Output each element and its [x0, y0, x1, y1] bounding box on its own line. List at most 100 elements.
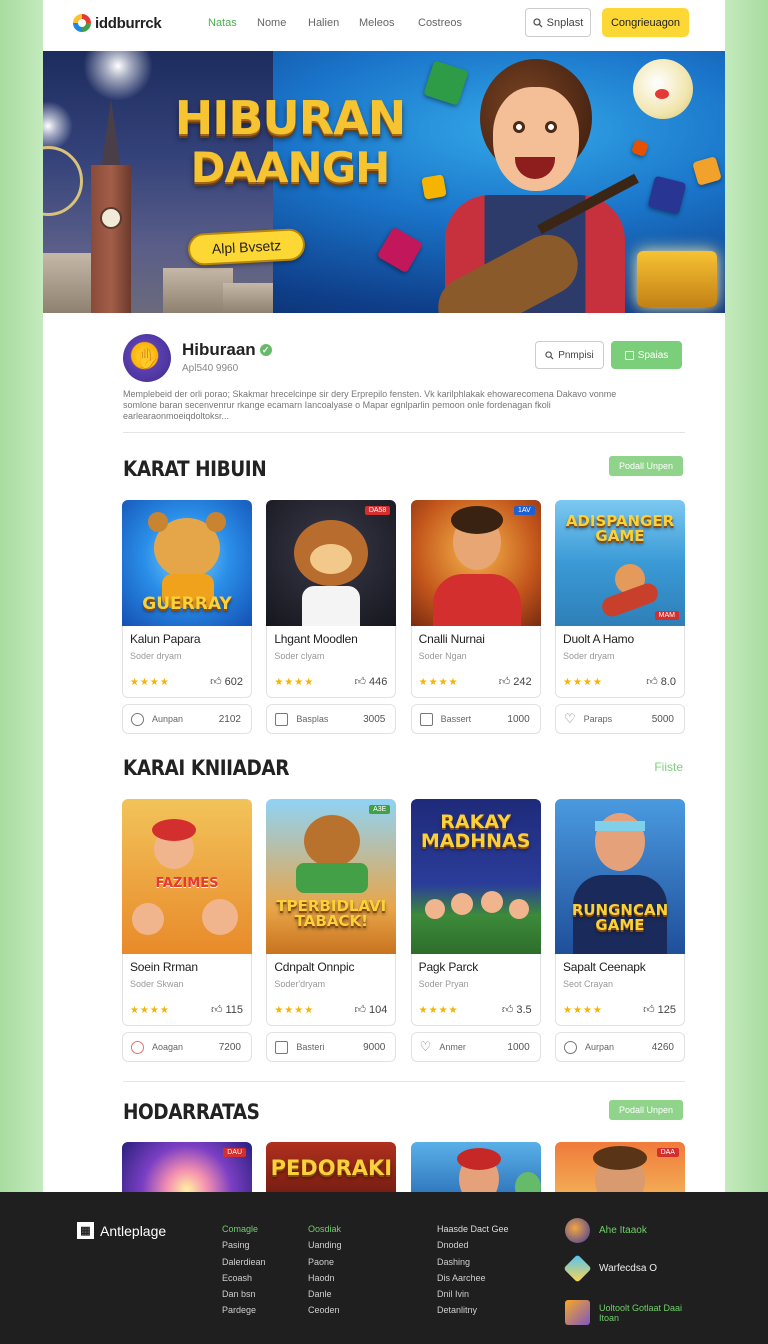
game-card-footer[interactable]: Basplas 3005 [266, 704, 397, 734]
site-logo[interactable]: iddburrck [73, 14, 162, 32]
nav-item-halien[interactable]: Halien [308, 17, 359, 29]
profile-action-button[interactable]: Spaias [611, 341, 682, 369]
footer-link[interactable]: Uanding [308, 1237, 342, 1253]
game-card[interactable]: DA58 Lhgant Moodlen Soder clyam ★★★★ 👍︎ 4… [266, 500, 397, 734]
game-thumbnail[interactable]: RUNGNCAN GAME [554, 799, 685, 954]
like-count: 👍︎ 8.0 [646, 675, 676, 689]
game-thumbnail[interactable]: DA58 [266, 500, 397, 626]
game-card-footer[interactable]: Bassert 1000 [410, 704, 541, 734]
game-thumbnail[interactable]: TPERBIDLAVI TABACK! A3E [266, 799, 397, 954]
like-count-value: 602 [224, 675, 243, 688]
nav-item-meleos[interactable]: Meleos [359, 17, 418, 29]
game-title: Duolt A Hamo [562, 632, 634, 646]
rating-stars: ★★★★ [274, 1005, 315, 1016]
game-thumbnail[interactable]: RAKAY MADHNAS [410, 799, 541, 954]
game-card-footer[interactable]: Aoagan 7200 [122, 1032, 252, 1062]
rating-stars: ★★★★ [418, 677, 459, 688]
game-thumbnail[interactable]: DAA [554, 1142, 685, 1192]
footer-link[interactable]: Dnil Ivin [437, 1286, 509, 1302]
section-view-all-button[interactable]: Podall Unpen [608, 456, 683, 476]
nav-item-natas[interactable]: Natas [208, 17, 257, 29]
box-icon [565, 1300, 590, 1325]
game-card-footer[interactable]: ♡ Anmer 1000 [410, 1032, 541, 1062]
game-subtitle: Soder Skwan [130, 979, 184, 989]
game-card[interactable]: GUERRAY Kalun Papara Soder dryam ★★★★ 👍︎… [122, 500, 252, 734]
footer-link[interactable]: Dis Aarchee [437, 1270, 509, 1286]
game-card-footer[interactable]: Aurpan 4260 [554, 1032, 685, 1062]
game-thumbnail-text: PEDORAKI [270, 1156, 393, 1180]
game-thumbnail[interactable]: ADISPANGER GAME MAM [554, 500, 685, 626]
like-count-value: 8.0 [660, 675, 676, 688]
footer-link[interactable]: Paone [308, 1254, 342, 1270]
footer-link[interactable]: Ecoash [222, 1270, 266, 1286]
game-card-footer[interactable]: ♡ Paraps 5000 [554, 704, 685, 734]
game-thumbnail[interactable] [410, 1142, 541, 1192]
game-thumbnail-text: RAKAY MADHNAS [420, 811, 531, 852]
game-thumbnail[interactable]: 1AV [410, 500, 541, 626]
footer-value: 7200 [218, 1041, 241, 1053]
banner-pill-button[interactable]: Alpl Bvsetz [187, 227, 306, 267]
footer-link[interactable]: Detanlitny [437, 1302, 509, 1318]
game-card[interactable]: FAZIMES Soein Rrman Soder Skwan ★★★★ 👍︎ 1… [122, 799, 252, 1062]
game-thumbnail-text: FAZIMES [155, 876, 219, 891]
rating-stars: ★★★★ [562, 1005, 603, 1016]
nav-item-nome[interactable]: Nome [257, 17, 308, 29]
game-thumbnail[interactable]: FAZIMES [122, 799, 252, 954]
game-card[interactable]: DAU [122, 1142, 252, 1192]
footer-link[interactable]: Danle [308, 1286, 342, 1302]
profile-avatar[interactable]: ✋ [123, 334, 171, 382]
game-card-footer[interactable]: Aunpan 2102 [122, 704, 252, 734]
clock-tower-icon [83, 99, 139, 313]
search-icon [532, 17, 543, 27]
footer-link[interactable]: Dan bsn [222, 1286, 266, 1302]
footer-link[interactable]: Haasde Dact Gee [437, 1221, 509, 1237]
footer-link[interactable]: Pardege [222, 1302, 266, 1318]
profile-search-button[interactable]: Pnmpisi [535, 341, 604, 369]
like-count: 👍︎ 104 [354, 1003, 387, 1017]
game-thumbnail-text: GUERRAY [142, 594, 232, 614]
footer-link[interactable]: Comagle [222, 1221, 266, 1237]
app-icon [565, 1218, 590, 1243]
footer-logo[interactable]: ▦ Antleplage [77, 1222, 166, 1239]
game-card[interactable]: RAKAY MADHNAS Pagk Parck Soder Pryan ★★★… [410, 799, 541, 1062]
section-view-all-button[interactable]: Podall Unpen [608, 1100, 683, 1120]
game-thumbnail[interactable]: DAU [122, 1142, 252, 1192]
footer-link[interactable]: Dashing [437, 1254, 509, 1270]
game-tag: A3E [369, 805, 391, 814]
footer-link[interactable]: Pasing [222, 1237, 266, 1253]
footer-link[interactable]: Haodn [308, 1270, 342, 1286]
game-card[interactable]: 1AV Cnalli Nurnai Soder Ngan ★★★★ 👍︎ 242 … [410, 500, 541, 734]
footer-link[interactable]: Oosdiak [308, 1221, 342, 1237]
treasure-chest-icon [637, 251, 717, 307]
hand-icon: ✋ [134, 347, 160, 370]
game-card-footer[interactable]: Basteri 9000 [266, 1032, 397, 1062]
footer-link[interactable]: Dnoded [437, 1237, 509, 1253]
game-card[interactable]: ADISPANGER GAME MAM Duolt A Hamo Soder d… [554, 500, 685, 734]
footer-app-link[interactable]: Uoltoolt Gotlaat Daai Itoan [565, 1300, 687, 1325]
search-button[interactable]: Snplast [525, 8, 591, 37]
game-card[interactable]: PEDORAKI [266, 1142, 397, 1192]
game-card[interactable]: TPERBIDLAVI TABACK! A3E Cdnpalt Onnpic S… [266, 799, 397, 1062]
game-card[interactable]: RUNGNCAN GAME Sapalt Ceenapk Seot Crayan… [554, 799, 685, 1062]
game-title: Sapalt Ceenapk [562, 960, 646, 974]
footer-app-link[interactable]: Warfecdsa O [563, 1254, 657, 1283]
footer-column-2: Oosdiak Uanding Paone Haodn Danle Ceoden [308, 1221, 342, 1319]
page-container: iddburrck Natas Nome Halien Meleos Costr… [43, 0, 725, 1192]
nav-item-costreos[interactable]: Costreos [418, 17, 462, 29]
footer-link[interactable]: Ceoden [308, 1302, 342, 1318]
thumb-up-icon: 👍︎ [643, 1004, 655, 1016]
gem-icon [647, 175, 687, 215]
hero-banner[interactable]: HIBURAN DAANGH Alpl Bvsetz [43, 51, 725, 313]
game-card[interactable] [410, 1142, 541, 1192]
logo-text: iddburrck [95, 14, 162, 32]
footer-label: Bassert [440, 714, 472, 724]
section-view-all-link[interactable]: Fiiste [654, 760, 683, 774]
section-title: HODARRATAS [123, 1100, 260, 1124]
cta-button[interactable]: Congrieuagon [602, 8, 689, 37]
footer-link[interactable]: Dalerdiean [222, 1254, 266, 1270]
game-card[interactable]: DAA [554, 1142, 685, 1192]
game-thumbnail[interactable]: PEDORAKI [266, 1142, 397, 1192]
game-subtitle: Seot Crayan [562, 979, 614, 989]
footer-app-link[interactable]: Ahe Itaaok [565, 1218, 647, 1243]
game-thumbnail[interactable]: GUERRAY [122, 500, 252, 626]
